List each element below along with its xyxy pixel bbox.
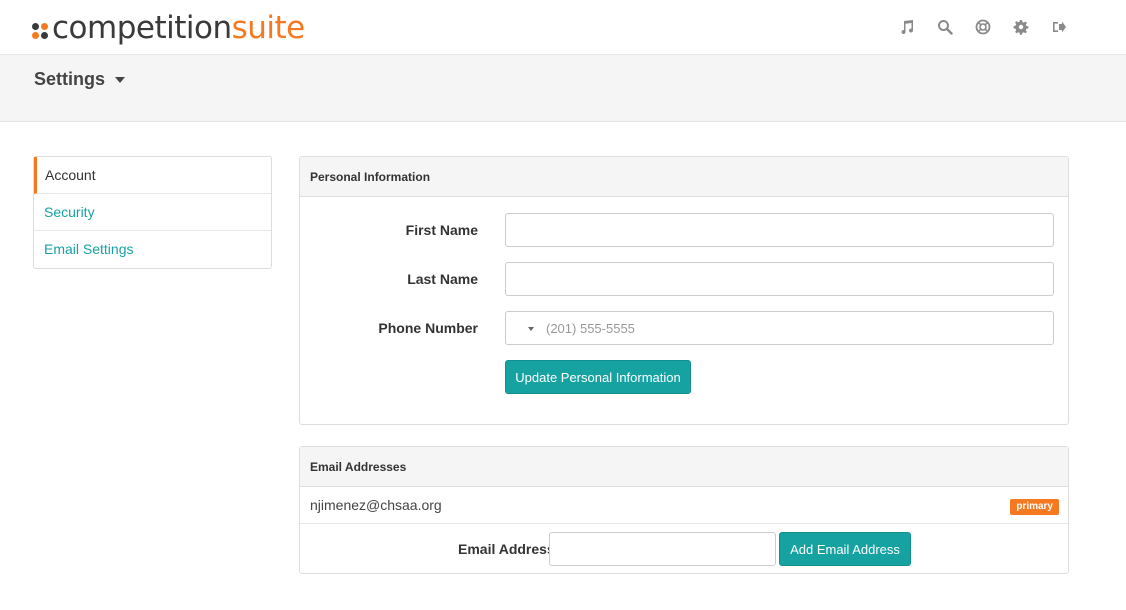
top-bar: competitionsuite (0, 0, 1126, 54)
first-name-label: First Name (405, 222, 478, 238)
help-lifebuoy-icon[interactable] (972, 16, 994, 38)
settings-dropdown[interactable]: Settings (34, 69, 126, 90)
header-icon-bar (896, 16, 1070, 38)
settings-sidebar: Account Security Email Settings (33, 156, 272, 269)
last-name-row: Last Name (300, 262, 1068, 296)
sidebar-item-email-settings[interactable]: Email Settings (34, 231, 271, 268)
primary-badge: primary (1010, 499, 1059, 515)
phone-number-label: Phone Number (378, 320, 478, 336)
add-email-row: Email Address Add Email Address (300, 532, 1068, 566)
email-address-value: njimenez@chsaa.org (310, 497, 442, 513)
last-name-label: Last Name (407, 271, 478, 287)
last-name-input[interactable] (505, 262, 1054, 296)
caret-down-icon (115, 76, 126, 83)
first-name-input[interactable] (505, 213, 1054, 247)
personal-information-heading: Personal Information (300, 157, 1068, 197)
page-header: Settings (0, 54, 1126, 122)
email-addresses-heading: Email Addresses (300, 447, 1068, 487)
add-email-address-button[interactable]: Add Email Address (779, 532, 911, 566)
email-address-label: Email Address (458, 541, 555, 557)
logo-dots-icon (32, 23, 48, 39)
first-name-row: First Name (300, 213, 1068, 247)
search-icon[interactable] (934, 16, 956, 38)
personal-information-panel: Personal Information First Name Last Nam… (299, 156, 1069, 425)
logo-text-suite: suite (231, 9, 306, 46)
sidebar-item-account[interactable]: Account (34, 157, 271, 194)
list-item: njimenez@chsaa.org primary (300, 487, 1068, 524)
email-address-input[interactable] (549, 532, 776, 566)
logout-icon[interactable] (1048, 16, 1070, 38)
music-icon[interactable] (896, 16, 918, 38)
update-personal-information-button[interactable]: Update Personal Information (505, 360, 691, 394)
sidebar-item-security[interactable]: Security (34, 194, 271, 231)
country-dropdown-icon[interactable] (528, 327, 534, 331)
email-addresses-panel: Email Addresses njimenez@chsaa.org prima… (299, 446, 1069, 574)
logo-text-competition: competition (52, 9, 232, 46)
phone-number-row: Phone Number (300, 311, 1068, 345)
phone-number-field (505, 311, 1054, 345)
phone-number-input[interactable] (546, 312, 1046, 344)
page-title: Settings (34, 69, 106, 89)
competitionsuite-logo[interactable]: competitionsuite (32, 6, 305, 50)
gear-icon[interactable] (1010, 16, 1032, 38)
